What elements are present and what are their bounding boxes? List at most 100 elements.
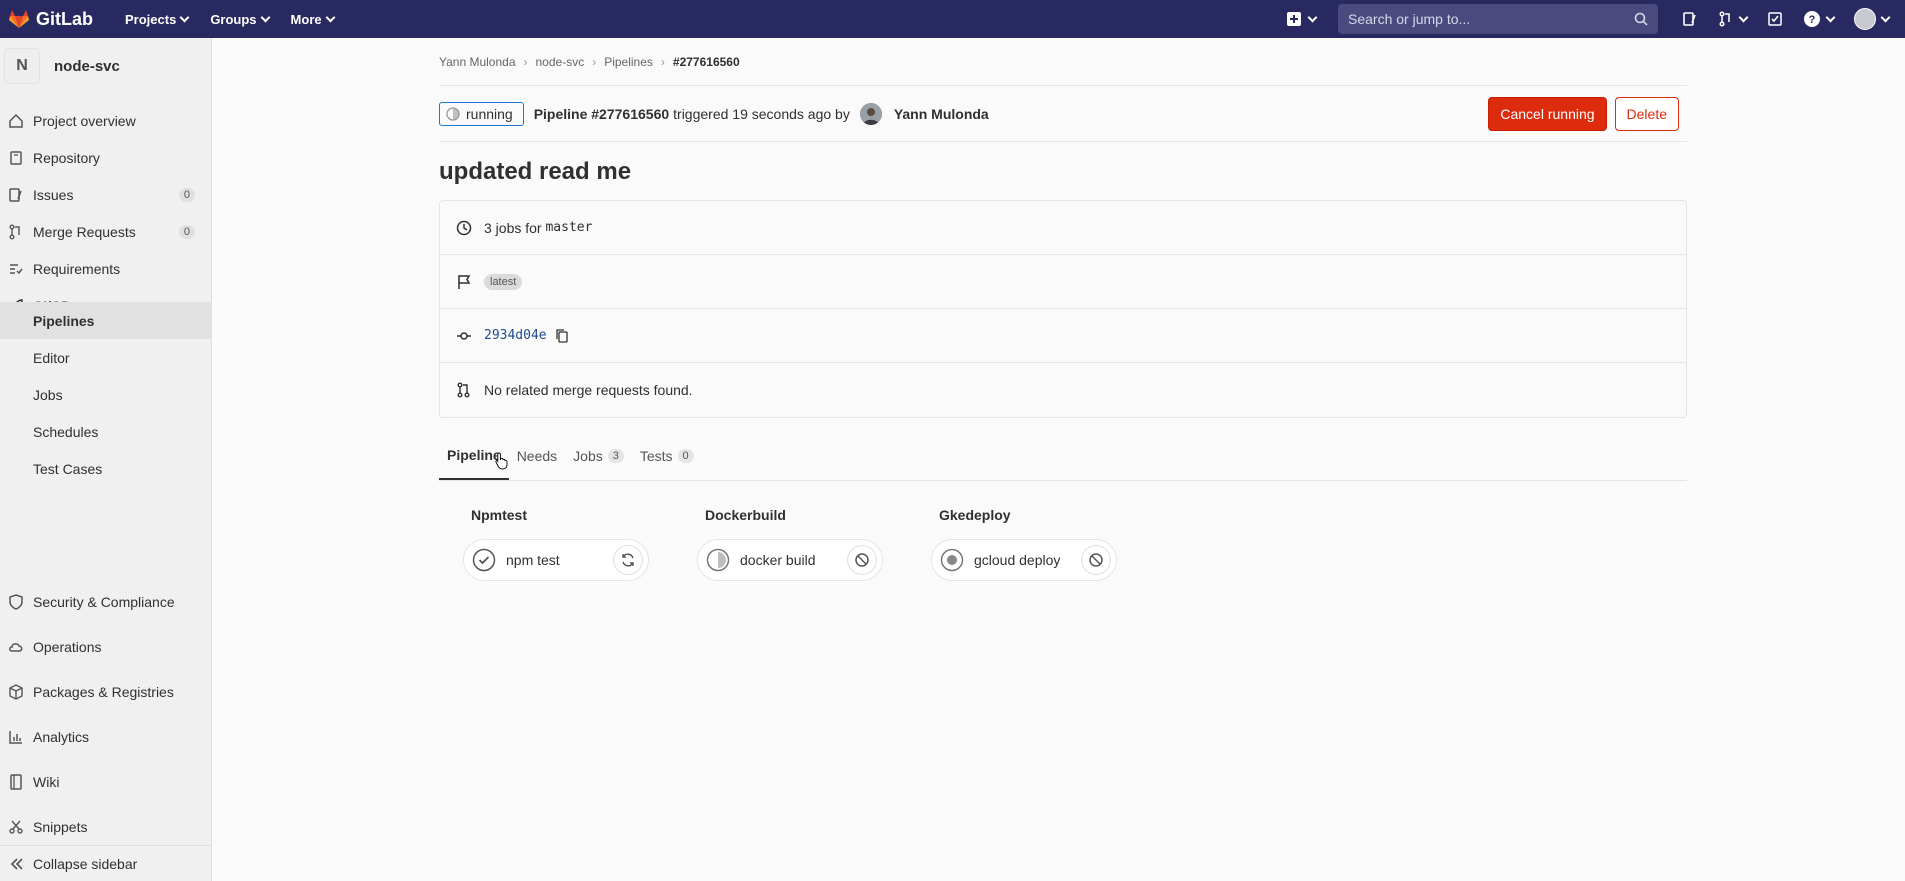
sidebar-item-label: Issues [33,187,74,203]
sidebar-item-label: Snippets [33,819,88,835]
sidebar-item-snippets[interactable]: Snippets [0,809,211,845]
breadcrumb-pipeline-id[interactable]: #277616560 [673,55,740,69]
no-merge-requests-text: No related merge requests found. [484,382,693,398]
sidebar-item-merge-requests[interactable]: Merge Requests 0 [0,214,211,250]
pipeline-info-box: 3 jobs for master latest 2934d04e No rel… [439,200,1687,418]
chevron-down-icon [325,12,336,22]
sidebar-item-project-overview[interactable]: Project overview [0,103,211,139]
new-dropdown[interactable] [1287,12,1318,26]
breadcrumb-pipelines[interactable]: Pipelines [604,55,653,69]
cancel-job-button[interactable] [847,545,877,575]
job-gcloud-deploy[interactable]: gcloud deploy [931,539,1117,581]
sidebar-subitem-test-cases[interactable]: Test Cases [0,450,211,487]
home-icon [9,113,23,128]
pending-status-icon [940,548,964,572]
page-title: updated read me [439,158,632,185]
commit-sha[interactable]: 2934d04e [484,328,547,343]
stage-column: Npmtest npm test [463,507,705,581]
sidebar-subitem-pipelines[interactable]: Pipelines [0,302,211,339]
latest-badge: latest [484,273,523,290]
merge-request-icon [457,382,470,398]
merge-requests-row: No related merge requests found. [440,363,1686,417]
chevron-right-icon: › [523,54,528,69]
chevron-right-icon: › [660,54,665,69]
search-box[interactable] [1338,4,1658,34]
retry-job-button[interactable] [613,545,643,575]
sidebar-item-operations[interactable]: Operations [0,629,211,665]
chevron-down-icon [1880,12,1891,22]
sidebar-subitem-jobs[interactable]: Jobs [0,376,211,413]
help-nav[interactable]: ? [1803,10,1836,28]
pipeline-graph: Npmtest npm test Dockerbuild docker buil… [439,507,1687,581]
search-input[interactable] [1348,11,1634,27]
author-name[interactable]: Yann Mulonda [894,106,989,122]
top-navbar: GitLab Projects Groups More ? [0,0,1905,38]
cancel-running-button[interactable]: Cancel running [1488,96,1607,131]
nav-projects-label: Projects [125,11,177,27]
sidebar-subitem-editor[interactable]: Editor [0,339,211,376]
author-avatar[interactable] [859,102,882,125]
breadcrumb-user[interactable]: Yann Mulonda [439,55,516,69]
tab-label: Jobs [573,448,603,464]
delete-button[interactable]: Delete [1614,96,1679,131]
job-docker-build[interactable]: docker build [697,539,883,581]
gitlab-tanuki-icon [9,10,29,28]
job-name: docker build [740,552,816,568]
chevron-right-icon: › [592,54,597,69]
issues-count-badge: 0 [178,188,195,202]
job-name: gcloud deploy [974,552,1061,568]
issues-icon [9,188,22,202]
chart-icon [9,731,22,744]
shield-icon [9,594,23,610]
todos-nav-icon[interactable] [1767,11,1783,27]
book-icon [10,151,22,165]
status-badge[interactable]: running [439,101,524,126]
sidebar-item-analytics[interactable]: Analytics [0,719,211,755]
sidebar-item-label: Repository [33,150,100,166]
chevron-down-icon [1307,12,1318,22]
tab-jobs[interactable]: Jobs 3 [565,432,632,480]
nav-more[interactable]: More [291,12,336,27]
jobs-count-badge: 3 [607,449,624,463]
sidebar-item-security[interactable]: Security & Compliance [0,584,211,620]
sidebar-item-label: Analytics [33,729,90,745]
sidebar-item-issues[interactable]: Issues 0 [0,177,211,213]
branch-name[interactable]: master [545,220,592,235]
retry-icon [622,553,634,567]
sidebar-item-repository[interactable]: Repository [0,140,211,176]
nav-groups-label: Groups [210,11,257,27]
sidebar-item-packages[interactable]: Packages & Registries [0,674,211,710]
user-avatar [1854,8,1876,30]
issues-nav-icon[interactable] [1682,11,1698,27]
gitlab-logo[interactable]: GitLab [8,9,93,30]
tab-tests[interactable]: Tests 0 [632,432,702,480]
collapse-sidebar-button[interactable]: Collapse sidebar [0,845,211,881]
clock-icon [456,220,472,235]
sidebar-item-requirements[interactable]: Requirements [0,251,211,287]
merge-requests-nav[interactable] [1718,11,1749,27]
sidebar-item-label: Merge Requests [33,224,136,240]
copy-icon[interactable] [555,328,569,343]
double-chevron-left-icon [10,857,23,870]
help-icon: ? [1804,11,1820,27]
job-npm-test[interactable]: npm test [463,539,649,581]
nav-projects[interactable]: Projects [125,11,190,27]
sidebar: N node-svc Project overview Repository I… [0,38,212,881]
sidebar-subitem-schedules[interactable]: Schedules [0,413,211,450]
nav-groups[interactable]: Groups [210,11,270,27]
svg-text:?: ? [1809,14,1816,26]
sidebar-item-label: Operations [33,639,102,655]
tab-needs[interactable]: Needs [509,432,565,480]
project-header[interactable]: N node-svc [0,38,211,94]
sidebar-item-wiki[interactable]: Wiki [0,764,211,800]
cancel-job-button[interactable] [1081,545,1111,575]
merge-request-icon [1719,11,1730,27]
sidebar-item-label: Security & Compliance [33,594,175,610]
job-name: npm test [506,552,560,568]
merge-requests-count-badge: 0 [178,225,195,239]
user-menu[interactable] [1854,8,1891,30]
plus-square-icon [1287,12,1301,26]
pipeline-id: Pipeline #277616560 [533,105,670,122]
breadcrumb-project[interactable]: node-svc [536,55,585,69]
running-status-icon [446,106,460,121]
